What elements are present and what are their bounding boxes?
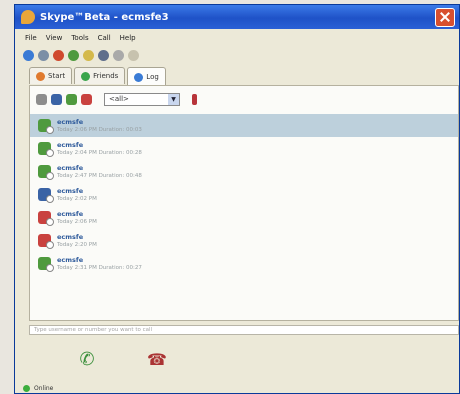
window-title: Skype™Beta - ecmsfe3 — [40, 11, 169, 23]
entry-detail: Today 2:04 PM Duration: 00:28 — [57, 149, 142, 156]
menu-tools[interactable]: Tools — [71, 34, 88, 42]
chevron-down-icon[interactable]: ▼ — [168, 93, 179, 105]
tab-start[interactable]: Start — [29, 67, 73, 84]
entry-detail: Today 2:47 PM Duration: 00:48 — [57, 172, 142, 179]
incoming-call-icon — [38, 188, 54, 203]
entry-name: ecmsfe — [57, 209, 84, 218]
log-entry[interactable]: ecmsfe Today 2:04 PM Duration: 00:28 — [30, 137, 458, 160]
menu-view[interactable]: View — [46, 34, 63, 42]
status-bar: Online — [15, 381, 459, 393]
skype-logo-icon — [21, 10, 35, 24]
stop-icon[interactable] — [53, 49, 64, 61]
log-entry[interactable]: ecmsfe Today 2:47 PM Duration: 00:48 — [30, 160, 458, 183]
entry-detail: Today 2:06 PM — [57, 218, 97, 225]
title-bar: Skype™Beta - ecmsfe3 — [15, 5, 459, 29]
phone-icon: ✆ — [79, 348, 95, 370]
skype-window: Skype™Beta - ecmsfe3 File View Tools Cal… — [14, 4, 460, 394]
contacts-icon[interactable] — [23, 49, 34, 61]
log-filter-select[interactable]: <all> ▼ — [104, 92, 180, 106]
tab-friends[interactable]: Friends — [74, 67, 126, 84]
filter-selected-value: <all> — [109, 95, 129, 103]
call-log-panel: <all> ▼ ecmsfe Today 2:06 PM Duration: 0… — [29, 85, 459, 321]
log-entry[interactable]: ecmsfe Today 2:20 PM — [30, 229, 458, 252]
delete-entry-icon[interactable] — [192, 93, 197, 105]
log-entry[interactable]: ecmsfe Today 2:02 PM — [30, 183, 458, 206]
call-button[interactable]: ✆ — [75, 347, 99, 371]
send-icon[interactable] — [113, 49, 124, 61]
menu-call[interactable]: Call — [98, 34, 111, 42]
log-entry[interactable]: ecmsfe Today 2:31 PM Duration: 00:27 — [30, 252, 458, 275]
missed-call-icon — [38, 211, 54, 226]
outgoing-call-icon — [38, 119, 54, 134]
tab-log[interactable]: Log — [127, 67, 166, 86]
search-icon[interactable] — [98, 49, 109, 61]
toolbar — [23, 47, 139, 63]
status-label[interactable]: Online — [34, 385, 53, 392]
close-button[interactable] — [435, 7, 455, 27]
outgoing-call-icon — [38, 257, 54, 272]
entry-detail: Today 2:20 PM — [57, 241, 97, 248]
call-icon[interactable] — [68, 49, 79, 61]
online-status-icon[interactable] — [23, 384, 30, 392]
log-entry[interactable]: ecmsfe Today 2:06 PM Duration: 00:03 — [30, 114, 458, 137]
tab-bar: Start Friends Log — [29, 67, 166, 86]
entry-name: ecmsfe — [57, 186, 84, 195]
entry-name: ecmsfe — [57, 117, 84, 126]
entry-detail: Today 2:02 PM — [57, 195, 97, 202]
entry-detail: Today 2:31 PM Duration: 00:27 — [57, 264, 142, 271]
log-icon — [134, 72, 144, 82]
menu-file[interactable]: File — [25, 34, 37, 42]
entry-name: ecmsfe — [57, 255, 84, 264]
call-bar: ✆ ☎ — [15, 337, 459, 377]
call-log-list: ecmsfe Today 2:06 PM Duration: 00:03 ecm… — [30, 114, 458, 275]
chat-icon[interactable] — [128, 49, 139, 61]
missed-call-icon — [38, 234, 54, 249]
filter-bar: <all> ▼ — [30, 86, 458, 112]
skype-icon — [36, 71, 45, 81]
hangup-button[interactable]: ☎ — [145, 349, 169, 369]
outgoing-call-icon — [38, 142, 54, 157]
call-input[interactable]: Type username or number you want to call — [29, 325, 459, 335]
add-contact-icon[interactable] — [83, 49, 94, 61]
menu-help[interactable]: Help — [120, 34, 136, 42]
menu-bar: File View Tools Call Help — [15, 31, 459, 45]
entry-name: ecmsfe — [57, 232, 84, 241]
entry-name: ecmsfe — [57, 163, 84, 172]
outgoing-call-icon — [38, 165, 54, 180]
hangup-icon: ☎ — [147, 349, 167, 369]
entry-detail: Today 2:06 PM Duration: 00:03 — [57, 126, 142, 133]
info-icon[interactable] — [38, 49, 49, 61]
clear-log-icon[interactable] — [36, 93, 47, 105]
incoming-icon[interactable] — [51, 93, 62, 105]
entry-name: ecmsfe — [57, 140, 84, 149]
missed-icon[interactable] — [81, 93, 92, 105]
log-entry[interactable]: ecmsfe Today 2:06 PM — [30, 206, 458, 229]
outgoing-icon[interactable] — [66, 93, 77, 105]
friends-icon — [81, 71, 91, 81]
